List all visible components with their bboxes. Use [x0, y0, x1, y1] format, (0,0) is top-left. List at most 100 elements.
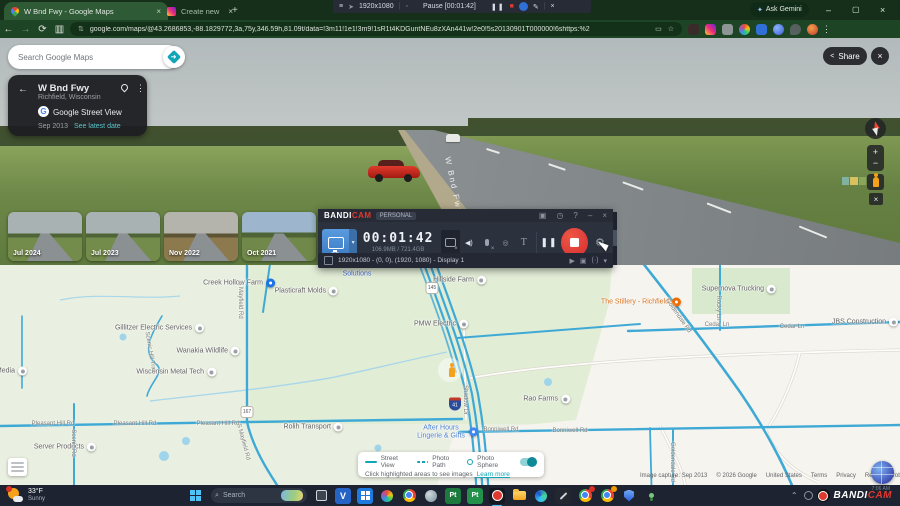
zoom-out-button[interactable]: − [873, 158, 878, 169]
v-app-icon[interactable]: V [335, 487, 352, 504]
profile-avatar[interactable] [807, 23, 818, 35]
green-letter-app-icon-2[interactable]: Pt [467, 487, 484, 504]
map-attribution-item[interactable]: Terms [811, 473, 827, 479]
speaker-toggle[interactable]: ◀) [460, 230, 478, 256]
security-shield-icon[interactable] [621, 488, 637, 504]
menu-icon[interactable]: ≡ [339, 3, 343, 10]
back-icon[interactable]: ← [18, 84, 28, 95]
bookmark-star-icon[interactable]: ☆ [668, 25, 674, 33]
close-streetview-button[interactable]: × [871, 47, 889, 65]
directions-button[interactable]: ➜ [163, 46, 185, 68]
back-icon[interactable]: ← [0, 24, 17, 35]
tune-icon[interactable]: ⇅ [78, 25, 84, 33]
taskbar-search[interactable]: ⌕ Search [211, 488, 308, 503]
microsoft-store-icon[interactable] [357, 487, 374, 504]
stop-icon[interactable]: ■ [510, 3, 514, 10]
learn-more-link[interactable]: Learn more [477, 471, 510, 478]
address-bar[interactable]: ⇅ google.com/maps/@43.2686853,-88.182977… [70, 22, 682, 36]
extensions-puzzle-icon[interactable] [790, 23, 801, 35]
chrome-icon[interactable] [401, 488, 417, 504]
new-tab-button[interactable]: + [232, 5, 238, 16]
file-explorer-icon[interactable] [511, 488, 527, 504]
camera-icon[interactable] [518, 2, 528, 11]
camera-extension-icon[interactable] [756, 23, 767, 35]
pause-button[interactable]: ❚❚ [540, 230, 558, 256]
green-letter-app-icon-1[interactable]: Pt [445, 487, 462, 504]
forward-icon[interactable]: → [17, 24, 34, 35]
google-earth-icon[interactable] [423, 488, 439, 504]
maximize-window-icon[interactable]: ▢ [852, 5, 860, 14]
plant-app-icon[interactable] [643, 488, 659, 504]
start-button[interactable] [187, 488, 203, 504]
chrome-profile-icon-1[interactable] [577, 485, 596, 504]
target-checkbox[interactable] [324, 256, 333, 265]
close-window-icon[interactable]: × [880, 5, 885, 15]
close-icon[interactable]: × [551, 3, 555, 10]
ask-gemini-button[interactable]: ✦ Ask Gemini [750, 2, 809, 17]
photos-app-icon[interactable] [379, 488, 395, 504]
share-button[interactable]: < Share [823, 47, 867, 65]
pencil-icon[interactable]: ✎ [533, 3, 539, 11]
cast-icon[interactable]: ▭ [655, 25, 662, 33]
droplet-icon[interactable]: ◦ [405, 3, 407, 10]
collapse-icon[interactable]: ▾ [603, 257, 607, 265]
minimize-icon[interactable]: – [588, 211, 592, 220]
tray-icon[interactable] [803, 491, 813, 500]
video-icon[interactable]: ▶ [569, 257, 574, 265]
microphone-toggle[interactable]: × [478, 230, 496, 256]
more-options-icon[interactable]: ⋮ [136, 83, 145, 94]
map-attribution-item[interactable]: Privacy [836, 473, 856, 479]
bandicam-side-slider[interactable] [613, 212, 617, 265]
page-url[interactable]: google.com/maps/@43.2686853,-88.1829772,… [90, 26, 590, 33]
see-latest-date-link[interactable]: See latest date [74, 123, 121, 130]
instagram-extension-icon[interactable] [705, 23, 716, 35]
imagery-panel-toggle[interactable] [8, 458, 27, 476]
pin-icon[interactable]: ➤ [348, 3, 354, 11]
task-view-button[interactable] [313, 488, 329, 504]
capture-image-icon[interactable]: ▣ [539, 211, 547, 220]
chrome-profile-icon-2[interactable] [599, 485, 618, 504]
streetview-date-thumbnail[interactable]: Jul 2023 [86, 212, 160, 261]
streetview-date-thumbnail[interactable]: Nov 2022 [164, 212, 238, 261]
layer-thumbnails-strip[interactable] [842, 177, 866, 185]
screen-recording-mode-button[interactable] [322, 229, 350, 256]
minimize-window-icon[interactable]: – [826, 5, 831, 15]
webcam-toggle[interactable]: × [441, 229, 460, 256]
streetview-date-thumbnail[interactable]: Oct 2021 [242, 212, 316, 261]
pause-icon[interactable]: ❚❚ [491, 3, 505, 11]
broadcast-icon[interactable]: (·) [591, 257, 598, 264]
tray-chevron-icon[interactable]: ⌃ [791, 491, 798, 500]
coverage-toggle[interactable] [519, 457, 538, 467]
sidebar-icon[interactable]: ▥ [51, 24, 68, 35]
bandicam-app-icon[interactable] [489, 487, 506, 506]
tab-instagram[interactable]: Create new post • Instagram × [160, 2, 240, 20]
mode-dropdown[interactable]: ▾ [349, 229, 357, 256]
close-icon[interactable]: × [602, 211, 607, 220]
help-icon[interactable]: ? [573, 211, 577, 220]
bandicam-titlebar[interactable]: BANDICAM PERSONAL ▣ ◷ ? – × [318, 209, 613, 222]
pegman-control[interactable] [867, 173, 884, 190]
compass-control[interactable] [865, 118, 886, 139]
tab-google-maps[interactable]: W Bnd Fwy - Google Maps × [4, 2, 168, 20]
sphere-extension-icon[interactable] [773, 23, 784, 35]
pegman-location-marker[interactable] [438, 358, 462, 382]
pin-icon[interactable] [119, 82, 130, 93]
weather-widget[interactable]: 33°F Sunny [6, 486, 45, 503]
extension-icon-2[interactable] [722, 23, 733, 35]
edge-icon[interactable] [533, 488, 549, 504]
text-overlay-toggle[interactable]: T [515, 230, 533, 256]
browser-menu-icon[interactable]: ⋮ [818, 24, 835, 35]
close-control[interactable]: × [869, 193, 883, 205]
tool-app-icon[interactable] [555, 487, 572, 504]
chroma-key-toggle[interactable]: ◎ [496, 230, 514, 256]
zoom-control[interactable]: + − [867, 145, 884, 171]
reload-icon[interactable]: ⟳ [34, 24, 51, 35]
map-attribution-item[interactable]: United States [766, 473, 802, 479]
search-input[interactable]: Search Google Maps ⌕ [8, 45, 180, 69]
globe-view-button[interactable] [871, 461, 894, 484]
schedule-icon[interactable]: ◷ [556, 211, 563, 220]
zoom-in-button[interactable]: + [873, 147, 878, 158]
streetview-date-thumbnail[interactable]: Jul 2024 [8, 212, 82, 261]
extension-icon-1[interactable] [688, 23, 699, 35]
screenshot-icon[interactable]: ▣ [580, 257, 587, 265]
